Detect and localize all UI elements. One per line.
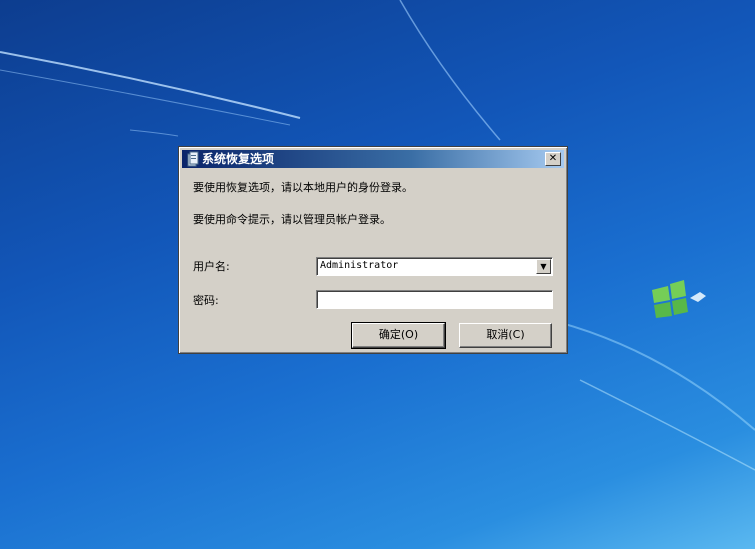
cancel-button[interactable]: 取消(C) bbox=[459, 323, 552, 348]
password-input[interactable] bbox=[316, 290, 553, 309]
windows-logo-icon bbox=[652, 280, 706, 318]
desktop: 系统恢复选项 ✕ 要使用恢复选项，请以本地用户的身份登录。 要使用命令提示，请以… bbox=[0, 0, 755, 549]
username-label: 用户名: bbox=[193, 260, 230, 273]
recovery-login-message: 要使用恢复选项，请以本地用户的身份登录。 bbox=[193, 181, 413, 194]
chevron-down-icon: ▼ bbox=[540, 262, 547, 271]
close-icon: ✕ bbox=[548, 153, 558, 164]
system-recovery-icon bbox=[187, 151, 199, 167]
dropdown-button[interactable]: ▼ bbox=[536, 259, 551, 274]
system-recovery-dialog: 系统恢复选项 ✕ 要使用恢复选项，请以本地用户的身份登录。 要使用命令提示，请以… bbox=[178, 146, 568, 354]
username-value: Administrator bbox=[320, 260, 399, 271]
dialog-title: 系统恢复选项 bbox=[202, 152, 275, 166]
dialog-titlebar: 系统恢复选项 ✕ bbox=[182, 150, 564, 168]
command-prompt-message: 要使用命令提示，请以管理员帐户登录。 bbox=[193, 213, 391, 226]
password-label: 密码: bbox=[193, 294, 219, 307]
ok-button[interactable]: 确定(O) bbox=[351, 322, 446, 349]
username-select[interactable]: Administrator ▼ bbox=[316, 257, 553, 276]
close-button[interactable]: ✕ bbox=[545, 152, 561, 166]
